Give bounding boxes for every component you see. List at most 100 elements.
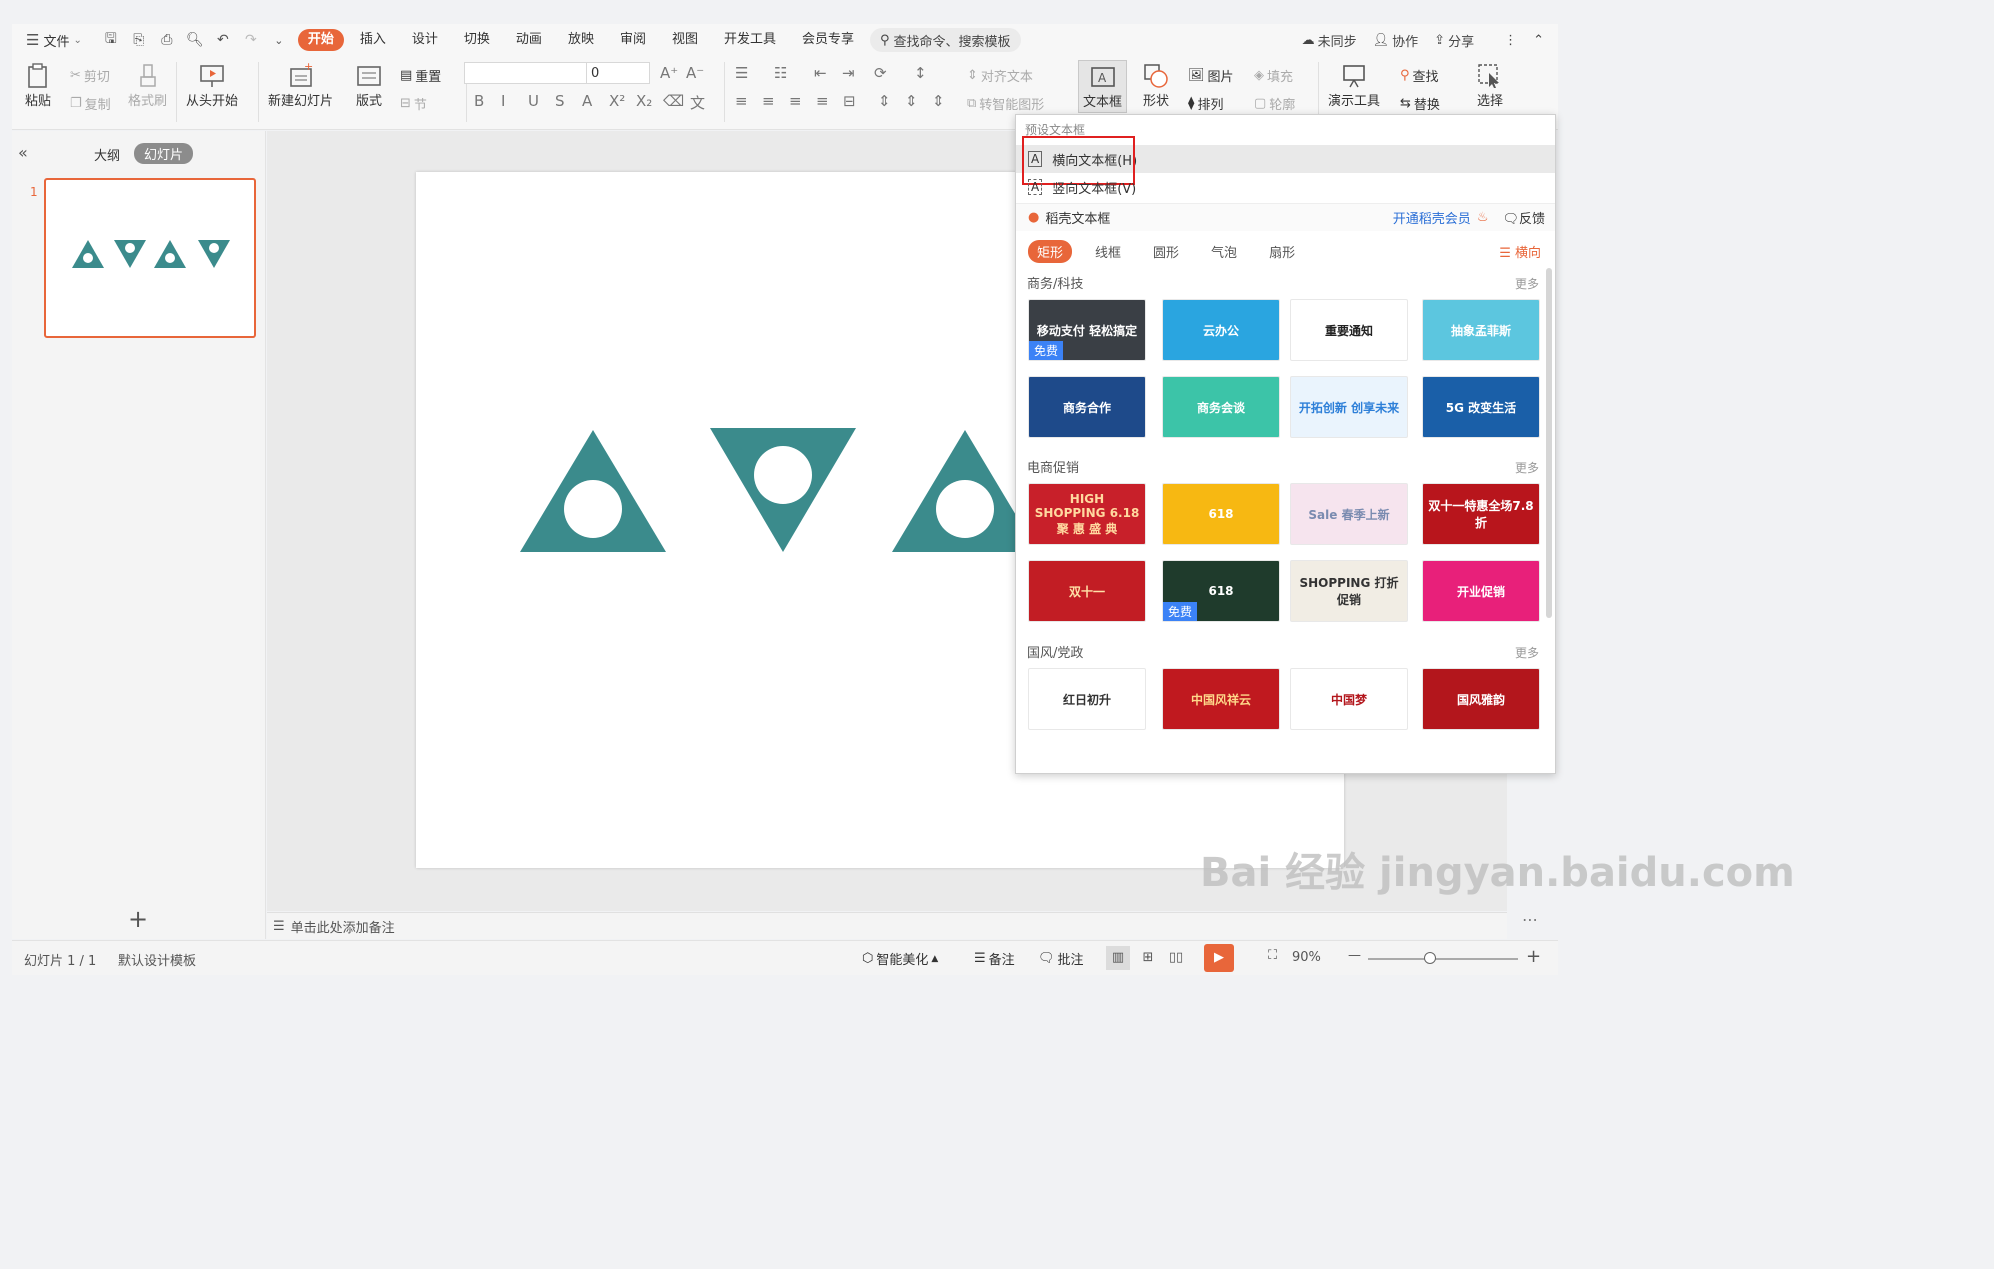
- select-button[interactable]: 选择: [1476, 62, 1504, 109]
- tab-7[interactable]: 视图: [662, 29, 708, 51]
- justify-icon[interactable]: ≡: [816, 92, 829, 110]
- command-search[interactable]: ⚲ 查找命令、搜索模板: [870, 28, 1021, 52]
- template-card[interactable]: 红日初升: [1028, 668, 1146, 730]
- shrink-font-icon[interactable]: A⁻: [686, 64, 704, 82]
- grow-font-icon[interactable]: A⁺: [660, 64, 678, 82]
- save-icon[interactable]: 🖫: [100, 29, 122, 51]
- align-center-icon[interactable]: ≡: [762, 92, 775, 110]
- template-card[interactable]: 云办公: [1162, 299, 1280, 361]
- template-card[interactable]: 618: [1162, 483, 1280, 545]
- clear-format-icon[interactable]: ⌫: [663, 92, 684, 110]
- font-color-icon[interactable]: A: [582, 92, 592, 110]
- tab-5[interactable]: 放映: [558, 29, 604, 51]
- bold-icon[interactable]: B: [474, 92, 484, 110]
- export-icon[interactable]: ⎘: [128, 29, 150, 51]
- tab-outline[interactable]: 大纲: [94, 145, 120, 164]
- decrease-indent-icon[interactable]: ⇤: [814, 64, 827, 82]
- fit-window-icon[interactable]: ⛶: [1268, 948, 1277, 963]
- template-card[interactable]: 5G 改变生活: [1422, 376, 1540, 438]
- template-card[interactable]: 商务合作: [1028, 376, 1146, 438]
- tab-9[interactable]: 会员专享: [792, 29, 864, 51]
- orientation-toggle[interactable]: ☰ 横向: [1499, 242, 1541, 261]
- template-card[interactable]: 中国风祥云: [1162, 668, 1280, 730]
- undo-icon[interactable]: ↶: [212, 29, 234, 51]
- template-card[interactable]: 抽象孟菲斯: [1422, 299, 1540, 361]
- template-card[interactable]: HIGH SHOPPING 6.18 聚 惠 盛 典: [1028, 483, 1146, 545]
- template-card[interactable]: 重要通知: [1290, 299, 1408, 361]
- tab-slides[interactable]: 幻灯片: [134, 143, 194, 164]
- outline-button[interactable]: ▢ 轮廓: [1254, 94, 1295, 113]
- template-card[interactable]: 开拓创新 创享未来: [1290, 376, 1408, 438]
- reading-view-icon[interactable]: ▯▯: [1164, 946, 1188, 970]
- category-tab-3[interactable]: 气泡: [1202, 240, 1246, 263]
- new-slide-button[interactable]: + 新建幻灯片: [268, 62, 333, 109]
- textbox-button[interactable]: A 文本框: [1078, 60, 1128, 113]
- category-tab-2[interactable]: 圆形: [1144, 240, 1188, 263]
- template-card[interactable]: 移动支付 轻松搞定 免费: [1028, 299, 1146, 361]
- category-tab-0[interactable]: 矩形: [1028, 239, 1073, 263]
- dropdown-scrollbar[interactable]: [1546, 268, 1552, 618]
- tab-4[interactable]: 动画: [506, 29, 552, 51]
- superscript-icon[interactable]: X²: [609, 92, 625, 110]
- section-button[interactable]: ⊟ 节: [400, 94, 427, 113]
- collaborate-button[interactable]: 👤︎ 协作: [1373, 31, 1419, 50]
- zoom-slider[interactable]: [1368, 958, 1518, 960]
- template-card[interactable]: 开业促销: [1422, 560, 1540, 622]
- notes-pane[interactable]: ☰ 单击此处添加备注: [267, 912, 1507, 939]
- text-direction-icon[interactable]: ⟳: [874, 64, 887, 82]
- more-link[interactable]: 更多: [1515, 275, 1539, 292]
- template-name[interactable]: 默认设计模板: [118, 950, 196, 969]
- shape-button[interactable]: 形状: [1142, 62, 1170, 109]
- layout-button[interactable]: 版式: [355, 62, 383, 109]
- paste-button[interactable]: 粘贴: [24, 62, 52, 109]
- convert-smartart-button[interactable]: ⧉ 转智能图形: [967, 94, 1044, 113]
- line-spacing-icon[interactable]: ↕: [914, 64, 927, 82]
- italic-icon[interactable]: I: [501, 92, 505, 110]
- template-card[interactable]: SHOPPING 打折促销: [1290, 560, 1408, 622]
- notes-toggle-button[interactable]: ☰ 备注: [974, 949, 1015, 968]
- slide-thumbnail[interactable]: [44, 178, 256, 338]
- collapse-panel-icon[interactable]: «: [18, 143, 28, 162]
- phonetic-icon[interactable]: 文: [690, 92, 705, 113]
- add-slide-button[interactable]: +: [128, 905, 148, 933]
- replace-button[interactable]: ⇆ 替换: [1400, 94, 1440, 113]
- more-options-icon[interactable]: ⋯: [1522, 910, 1538, 929]
- zoom-in-icon[interactable]: +: [1526, 946, 1541, 967]
- format-painter-button[interactable]: 格式刷: [128, 62, 167, 109]
- zoom-slider-thumb[interactable]: [1424, 952, 1436, 964]
- tab-1[interactable]: 插入: [350, 29, 396, 51]
- from-start-button[interactable]: 从头开始: [186, 62, 238, 109]
- sync-button[interactable]: ☁ 未同步: [1302, 31, 1357, 50]
- category-tab-4[interactable]: 扇形: [1260, 240, 1304, 263]
- bullet-list-icon[interactable]: ☰: [735, 64, 748, 82]
- tab-3[interactable]: 切换: [454, 29, 500, 51]
- more-link[interactable]: 更多: [1515, 644, 1539, 661]
- grid-view-icon[interactable]: ⊞: [1136, 946, 1160, 970]
- member-link[interactable]: 开通稻壳会员: [1393, 208, 1471, 227]
- beautify-button[interactable]: ⬡ 智能美化 ▲: [862, 949, 938, 968]
- more-menu-button[interactable]: ⋮: [1504, 33, 1517, 48]
- find-button[interactable]: ⚲ 查找: [1400, 66, 1439, 85]
- presentation-tools-button[interactable]: 演示工具: [1328, 62, 1380, 109]
- align-right-icon[interactable]: ≡: [789, 92, 802, 110]
- underline-icon[interactable]: U: [528, 92, 539, 110]
- para-spacing-icon[interactable]: ⇕: [905, 92, 918, 110]
- redo-icon[interactable]: ↷: [240, 29, 262, 51]
- normal-view-icon[interactable]: ▥: [1106, 946, 1130, 970]
- align-text-button[interactable]: ⇕ 对齐文本: [967, 66, 1033, 85]
- print-icon[interactable]: ⎙: [156, 29, 178, 51]
- fill-button[interactable]: ◈ 填充: [1254, 66, 1293, 85]
- column-icon[interactable]: ⇕: [878, 92, 891, 110]
- font-name-select[interactable]: [464, 62, 588, 84]
- template-card[interactable]: 中国梦: [1290, 668, 1408, 730]
- align-left-icon[interactable]: ≡: [735, 92, 748, 110]
- category-tab-1[interactable]: 线框: [1086, 240, 1130, 263]
- template-card[interactable]: 商务会谈: [1162, 376, 1280, 438]
- picture-button[interactable]: 🖼︎ 图片: [1188, 66, 1234, 85]
- font-size-select[interactable]: 0: [586, 62, 650, 84]
- template-card[interactable]: 国风雅韵: [1422, 668, 1540, 730]
- numbered-list-icon[interactable]: ☷: [774, 64, 787, 82]
- cut-button[interactable]: ✂ 剪切: [70, 66, 110, 85]
- arrange-button[interactable]: ⧫ 排列: [1188, 94, 1223, 113]
- line-spacing-2-icon[interactable]: ⇕: [932, 92, 945, 110]
